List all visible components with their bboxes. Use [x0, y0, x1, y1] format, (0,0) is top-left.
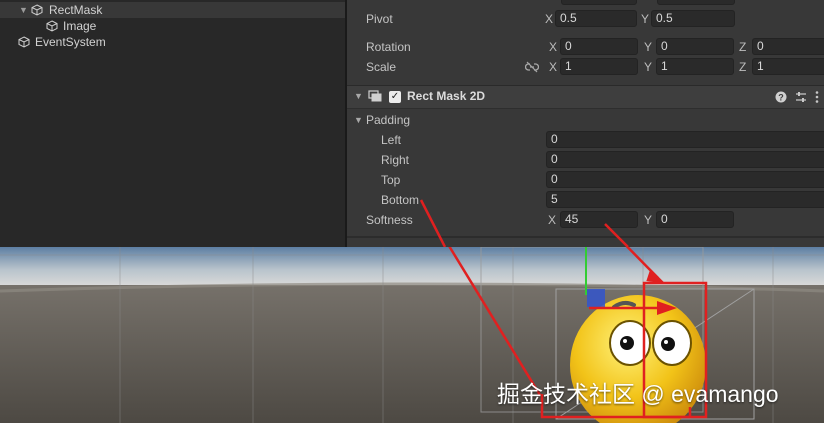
annotation-arrows-upper: [419, 199, 629, 247]
watermark-text: 掘金技术社区 @ evamango: [497, 381, 779, 407]
skybox: [0, 247, 824, 285]
